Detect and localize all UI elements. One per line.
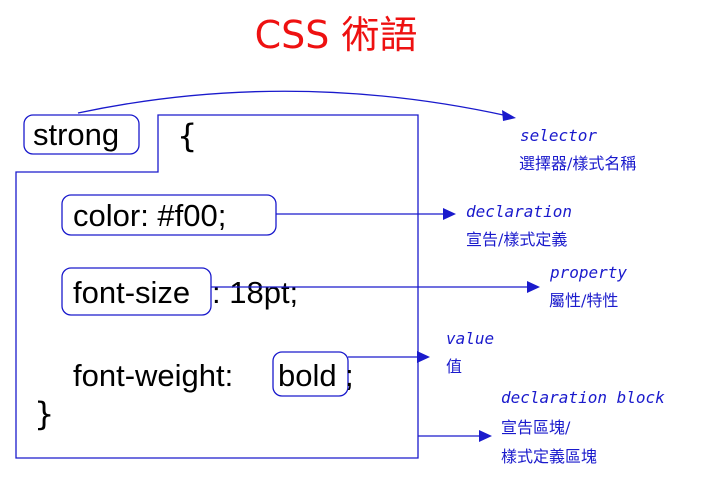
declaration-text: color: #f00;	[73, 198, 226, 233]
diagram-title: CSS 術語	[255, 13, 418, 57]
css-terminology-diagram: CSS 術語 strong { color: #f00; font-size :…	[0, 0, 720, 480]
property-label-en: property	[549, 263, 627, 282]
property-value-text: : 18pt;	[212, 275, 298, 310]
selector-label-zh: 選擇器/樣式名稱	[519, 154, 636, 173]
open-brace: {	[177, 117, 197, 155]
font-weight-property-text: font-weight:	[73, 358, 233, 393]
property-arrowhead	[527, 281, 540, 293]
property-label-zh: 屬性/特性	[549, 291, 618, 310]
declaration-label-en: declaration	[466, 202, 572, 221]
declaration-block-arrowhead	[479, 430, 492, 442]
value-label-en: value	[446, 329, 494, 348]
value-arrowhead	[417, 351, 430, 363]
property-text: font-size	[73, 275, 190, 310]
declaration-block-label-zh-1: 宣告區塊/	[501, 418, 571, 437]
declaration-label-zh: 宣告/樣式定義	[466, 230, 567, 249]
selector-arrow	[77, 90, 509, 117]
value-label-zh: 值	[446, 357, 462, 376]
declaration-block-label-en: declaration block	[501, 388, 665, 407]
selector-text: strong	[33, 117, 119, 152]
close-brace: }	[34, 395, 54, 433]
value-text: bold	[278, 358, 337, 393]
declaration-arrowhead	[443, 208, 456, 220]
semicolon-text: ;	[345, 358, 354, 393]
declaration-block-label-zh-2: 樣式定義區塊	[501, 447, 597, 466]
selector-label-en: selector	[520, 126, 597, 145]
selector-arrowhead	[502, 110, 516, 121]
diagram-svg: CSS 術語 strong { color: #f00; font-size :…	[15, 13, 665, 466]
